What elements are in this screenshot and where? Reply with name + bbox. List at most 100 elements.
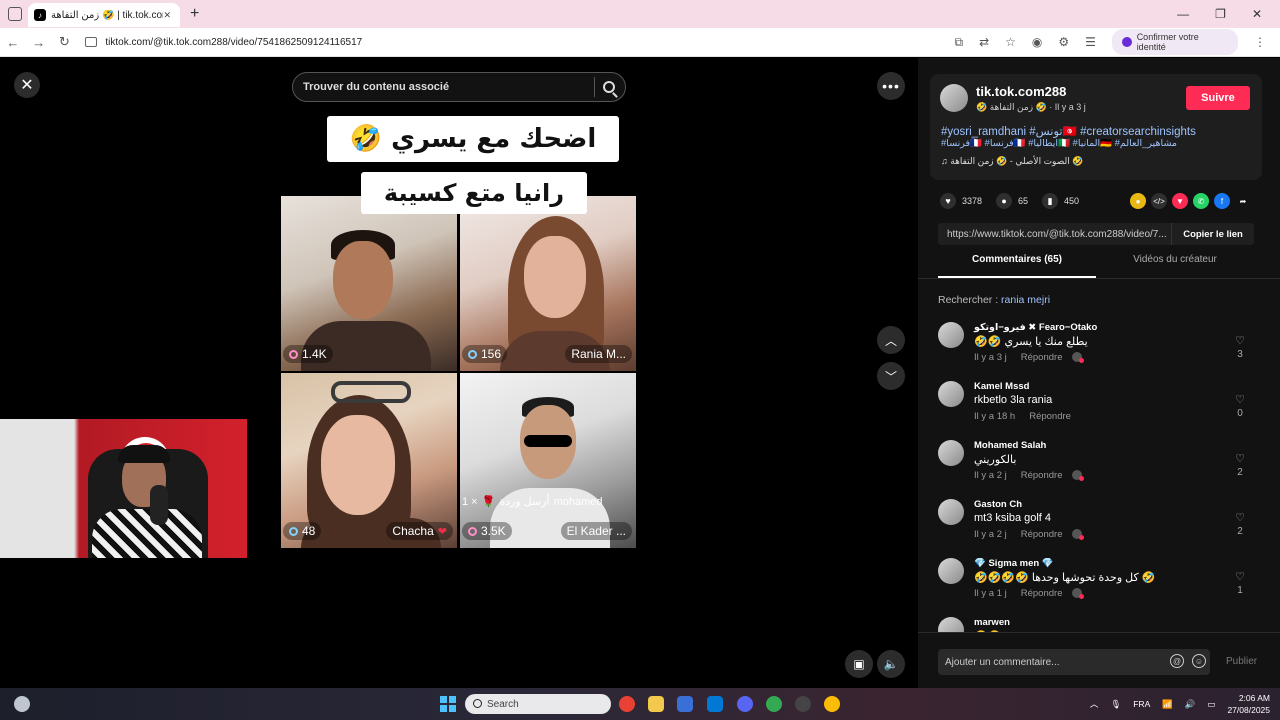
reply-button[interactable]: Répondre (1029, 411, 1071, 422)
wifi-icon[interactable]: 📶 (1162, 699, 1173, 710)
tab-actions-icon[interactable] (8, 7, 22, 21)
more-options-button[interactable]: ••• (877, 72, 905, 100)
taskbar-search[interactable]: Search (465, 694, 611, 714)
mention-icon[interactable]: @ (1170, 654, 1184, 668)
weather-widget-icon[interactable] (14, 696, 30, 712)
mic-icon[interactable]: 🎙 (1110, 699, 1121, 710)
reading-list-icon[interactable]: ☰ (1085, 35, 1096, 49)
start-button-icon[interactable] (440, 696, 456, 712)
participant-face (333, 241, 393, 319)
chrome-profile-icon[interactable] (766, 696, 782, 712)
search-icon[interactable] (603, 81, 615, 93)
comment-like-button[interactable]: ♡ 2 (1232, 452, 1248, 478)
embed-icon[interactable]: </> (1151, 193, 1167, 209)
tab-creator-videos[interactable]: Vidéos du créateur (1096, 254, 1254, 278)
minimize-icon[interactable]: — (1177, 7, 1189, 21)
facebook-icon[interactable]: f (1214, 193, 1230, 209)
comment-list[interactable]: فيرو−اوتكو ✖ Fearo−Otako 🤣🤣 يطلع منك يا … (938, 322, 1268, 632)
follow-button[interactable]: Suivre (1186, 86, 1250, 110)
install-app-icon[interactable]: ⧉ (955, 35, 964, 50)
comment-like-button[interactable]: ♡ 1 (1232, 570, 1248, 596)
window-close-icon[interactable]: ✕ (1252, 7, 1262, 21)
volume-button[interactable]: 🔈 (877, 650, 905, 678)
reload-icon[interactable]: ↻ (52, 34, 78, 50)
commenter-avatar[interactable] (938, 381, 964, 407)
commenter-name[interactable]: Kamel Mssd (974, 381, 1029, 392)
publish-button[interactable]: Publier (1226, 656, 1257, 667)
speaker-icon[interactable]: 🔊 (1185, 699, 1196, 710)
chrome-active-icon[interactable] (824, 696, 840, 712)
like-stat[interactable]: ♥ 3378 (940, 193, 982, 209)
commenter-avatar[interactable] (938, 322, 964, 348)
translate-icon[interactable]: ⇄ (979, 35, 989, 49)
extension-icon[interactable]: ◉ (1032, 35, 1042, 49)
identity-button[interactable]: Confirmer votre identité (1111, 29, 1239, 55)
hashtags-line-1[interactable]: #yosri_ramdhani #تونس🇹🇳 #creatorsearchin… (941, 124, 1196, 138)
commenter-name[interactable]: Mohamed Salah (974, 440, 1046, 451)
maximize-icon[interactable]: ❐ (1215, 7, 1226, 21)
creator-liked-icon (1072, 588, 1085, 600)
comment-input[interactable]: Ajouter un commentaire... @ ☺ (938, 649, 1210, 675)
tab-comments[interactable]: Commentaires (65) (938, 254, 1096, 278)
share-arrow-icon[interactable]: ➦ (1235, 193, 1251, 209)
bookmark-star-icon[interactable]: ☆ (1005, 35, 1016, 49)
comment-search-query[interactable]: rania mejri (1001, 294, 1050, 306)
whatsapp-icon[interactable]: ✆ (1193, 193, 1209, 209)
send-icon[interactable]: ▼ (1172, 193, 1188, 209)
new-tab-icon[interactable]: + (190, 5, 199, 23)
music-link[interactable]: ♫ الصوت الأصلي - 🤣 زمن التفاهة 🤣 (941, 156, 1083, 167)
commenter-name[interactable]: 💎 Sigma men 💎 (974, 558, 1054, 569)
comment-search-suggestion[interactable]: Rechercher : rania mejri (938, 294, 1050, 306)
chrome-icon[interactable] (619, 696, 635, 712)
extensions-puzzle-icon[interactable]: ⚙ (1058, 35, 1069, 49)
hashtags-line-2[interactable]: #فرنسا🇫🇷 #فرنسا🇫🇷 #ايطاليا🇮🇹 #المانيا🇩🇪 … (941, 138, 1177, 149)
comment-like-button[interactable]: ♡ 3 (1232, 334, 1248, 360)
viewer-count: 1.4K (302, 347, 327, 361)
share-link-text[interactable]: https://www.tiktok.com/@tik.tok.com288/v… (938, 229, 1171, 240)
language-indicator[interactable]: FRA (1133, 699, 1150, 709)
comment-like-button[interactable]: ♡ 2 (1232, 511, 1248, 537)
store-icon[interactable] (677, 696, 693, 712)
reply-button[interactable]: Répondre (1021, 588, 1063, 599)
related-search-input[interactable]: Trouver du contenu associé (292, 72, 626, 102)
outlook-icon[interactable] (707, 696, 723, 712)
tray-overflow-icon[interactable]: ︿ (1090, 698, 1099, 710)
video-player[interactable]: Trouver du contenu associé 1.4K 156 Rani… (281, 58, 636, 688)
floating-player-button[interactable]: ▣ (845, 650, 873, 678)
comment-stat[interactable]: ● 65 (996, 193, 1028, 209)
close-video-button[interactable]: ✕ (14, 72, 40, 98)
browser-menu-icon[interactable]: ⋮ (1254, 35, 1266, 49)
discord-icon[interactable] (737, 696, 753, 712)
emoji-icon[interactable]: ☺ (1192, 654, 1206, 668)
copy-link-button[interactable]: Copier le lien (1171, 223, 1254, 245)
next-video-button[interactable]: ﹀ (877, 362, 905, 390)
forward-icon[interactable]: → (26, 35, 52, 50)
gem-icon (468, 526, 477, 536)
commenter-avatar[interactable] (938, 617, 964, 632)
author-name[interactable]: tik.tok.com288 (976, 84, 1066, 99)
battery-icon[interactable]: ▭ (1207, 699, 1215, 710)
stats-row: ♥ 3378 ● 65 ▮ 450 (940, 193, 1079, 209)
commenter-name[interactable]: marwen (974, 617, 1010, 628)
commenter-name[interactable]: فيرو−اوتكو ✖ Fearo−Otako (974, 322, 1097, 333)
commenter-avatar[interactable] (938, 440, 964, 466)
url-field[interactable]: tiktok.com/@tik.tok.com288/video/7541862… (81, 31, 954, 53)
commenter-avatar[interactable] (938, 499, 964, 525)
obs-icon[interactable] (795, 696, 811, 712)
reply-button[interactable]: Répondre (1021, 529, 1063, 540)
site-info-icon[interactable] (85, 37, 98, 47)
reply-button[interactable]: Répondre (1021, 352, 1063, 363)
commenter-avatar[interactable] (938, 558, 964, 584)
coin-icon[interactable]: ● (1130, 193, 1146, 209)
clock[interactable]: 2:06 AM 27/08/2025 (1227, 692, 1270, 716)
file-explorer-icon[interactable] (648, 696, 664, 712)
browser-tab[interactable]: ♪ زمن التفاهة 🤣 | tik.tok.com288 ✕ (28, 3, 180, 27)
reply-button[interactable]: Répondre (1021, 470, 1063, 481)
tab-close-icon[interactable]: ✕ (163, 10, 174, 21)
previous-video-button[interactable]: ︿ (877, 326, 905, 354)
save-stat[interactable]: ▮ 450 (1042, 193, 1079, 209)
comment-like-button[interactable]: ♡ 0 (1232, 393, 1248, 419)
author-avatar[interactable] (940, 84, 968, 112)
back-icon[interactable]: ← (0, 35, 26, 50)
commenter-name[interactable]: Gaston Ch (974, 499, 1022, 510)
